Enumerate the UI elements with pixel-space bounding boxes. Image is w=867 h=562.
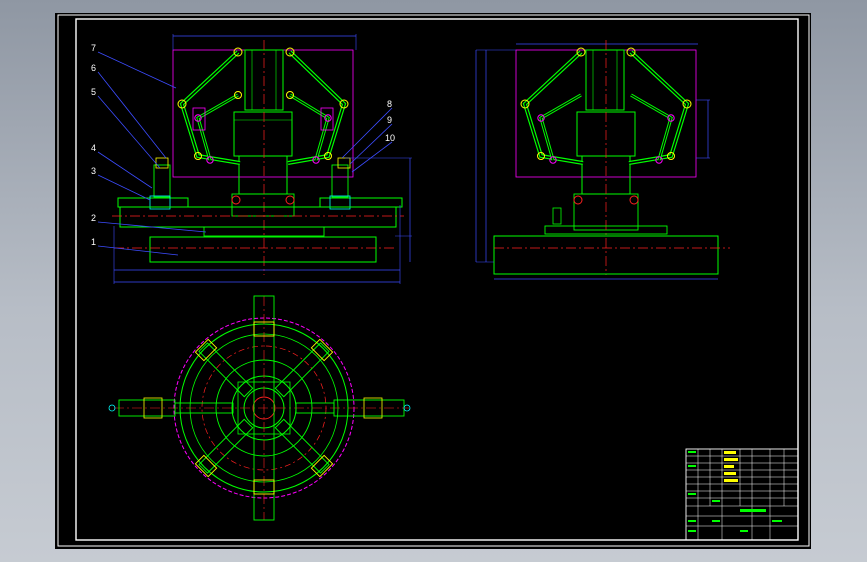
top-view	[108, 295, 411, 521]
label-3: 3	[91, 166, 96, 176]
label-1: 1	[91, 237, 96, 247]
label-5: 5	[91, 87, 96, 97]
label-2: 2	[91, 213, 96, 223]
label-7: 7	[91, 43, 96, 53]
label-6: 6	[91, 63, 96, 73]
title-block	[685, 448, 799, 541]
label-4: 4	[91, 143, 96, 153]
cad-drawing: 7 6 5 4 3 2 1 8 9 10	[57, 14, 810, 547]
label-10: 10	[385, 133, 395, 143]
label-8: 8	[387, 99, 392, 109]
side-view	[475, 40, 730, 280]
front-view	[112, 34, 412, 284]
label-9: 9	[387, 115, 392, 125]
inner-frame	[75, 18, 799, 541]
